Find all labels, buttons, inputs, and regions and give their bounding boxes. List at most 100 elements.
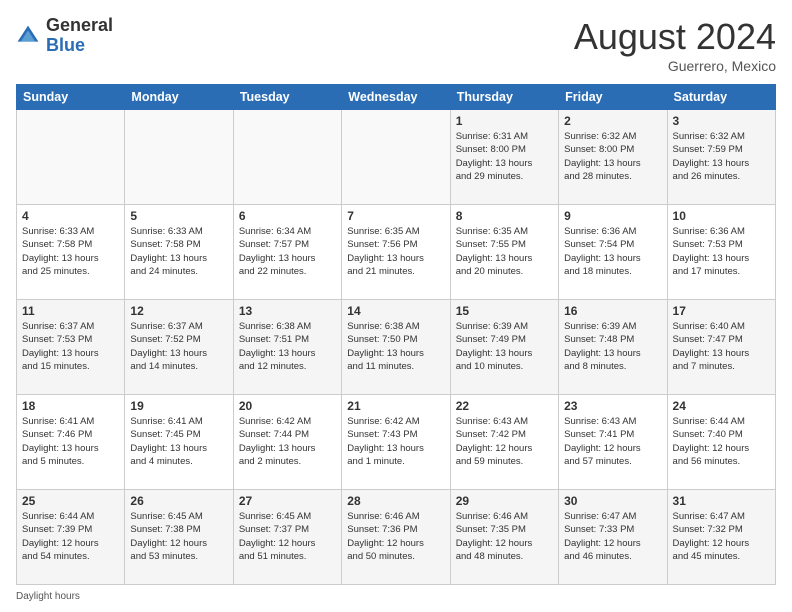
day-number: 15 bbox=[456, 304, 553, 318]
day-number: 8 bbox=[456, 209, 553, 223]
day-number: 13 bbox=[239, 304, 336, 318]
day-number: 24 bbox=[673, 399, 770, 413]
day-info: Sunrise: 6:44 AMSunset: 7:39 PMDaylight:… bbox=[22, 510, 119, 563]
day-number: 9 bbox=[564, 209, 661, 223]
day-info: Sunrise: 6:34 AMSunset: 7:57 PMDaylight:… bbox=[239, 225, 336, 278]
calendar-cell: 3 Sunrise: 6:32 AMSunset: 7:59 PMDaylight… bbox=[667, 110, 775, 205]
calendar-cell: 19 Sunrise: 6:41 AMSunset: 7:45 PMDayligh… bbox=[125, 395, 233, 490]
calendar-cell: 17 Sunrise: 6:40 AMSunset: 7:47 PMDayligh… bbox=[667, 300, 775, 395]
page: General Blue August 2024 Guerrero, Mexic… bbox=[0, 0, 792, 612]
day-info: Sunrise: 6:37 AMSunset: 7:52 PMDaylight:… bbox=[130, 320, 227, 373]
day-number: 23 bbox=[564, 399, 661, 413]
day-info: Sunrise: 6:46 AMSunset: 7:36 PMDaylight:… bbox=[347, 510, 444, 563]
day-info: Sunrise: 6:35 AMSunset: 7:56 PMDaylight:… bbox=[347, 225, 444, 278]
calendar-cell bbox=[233, 110, 341, 205]
calendar-cell bbox=[342, 110, 450, 205]
day-number: 28 bbox=[347, 494, 444, 508]
day-info: Sunrise: 6:41 AMSunset: 7:45 PMDaylight:… bbox=[130, 415, 227, 468]
calendar-cell: 22Sunrise: 6:43 AMSunset: 7:42 PMDayligh… bbox=[450, 395, 558, 490]
day-number: 12 bbox=[130, 304, 227, 318]
calendar-cell: 7 Sunrise: 6:35 AMSunset: 7:56 PMDaylight… bbox=[342, 205, 450, 300]
calendar-cell: 20 Sunrise: 6:42 AMSunset: 7:44 PMDayligh… bbox=[233, 395, 341, 490]
day-number: 21 bbox=[347, 399, 444, 413]
day-number: 11 bbox=[22, 304, 119, 318]
day-number: 7 bbox=[347, 209, 444, 223]
location: Guerrero, Mexico bbox=[574, 58, 776, 74]
day-number: 10 bbox=[673, 209, 770, 223]
calendar-cell: 14 Sunrise: 6:38 AMSunset: 7:50 PMDayligh… bbox=[342, 300, 450, 395]
footer: Daylight hours bbox=[16, 591, 776, 602]
day-info: Sunrise: 6:46 AMSunset: 7:35 PMDaylight:… bbox=[456, 510, 553, 563]
daylight-label: Daylight hours bbox=[16, 591, 80, 602]
day-number: 3 bbox=[673, 114, 770, 128]
day-info: Sunrise: 6:36 AMSunset: 7:54 PMDaylight:… bbox=[564, 225, 661, 278]
calendar-cell: 13Sunrise: 6:38 AMSunset: 7:51 PMDayligh… bbox=[233, 300, 341, 395]
calendar-cell: 28 Sunrise: 6:46 AMSunset: 7:36 PMDayligh… bbox=[342, 490, 450, 585]
calendar-header-saturday: Saturday bbox=[667, 85, 775, 110]
calendar-cell: 24Sunrise: 6:44 AMSunset: 7:40 PMDayligh… bbox=[667, 395, 775, 490]
calendar-cell bbox=[17, 110, 125, 205]
day-number: 17 bbox=[673, 304, 770, 318]
calendar-cell: 1Sunrise: 6:31 AMSunset: 8:00 PMDaylight… bbox=[450, 110, 558, 205]
calendar-header-thursday: Thursday bbox=[450, 85, 558, 110]
day-number: 27 bbox=[239, 494, 336, 508]
day-number: 25 bbox=[22, 494, 119, 508]
day-info: Sunrise: 6:47 AMSunset: 7:32 PMDaylight:… bbox=[673, 510, 770, 563]
calendar-cell: 4 Sunrise: 6:33 AMSunset: 7:58 PMDaylight… bbox=[17, 205, 125, 300]
month-title: August 2024 bbox=[574, 16, 776, 58]
day-number: 6 bbox=[239, 209, 336, 223]
calendar-cell: 31 Sunrise: 6:47 AMSunset: 7:32 PMDayligh… bbox=[667, 490, 775, 585]
day-info: Sunrise: 6:35 AMSunset: 7:55 PMDaylight:… bbox=[456, 225, 553, 278]
calendar-cell: 9 Sunrise: 6:36 AMSunset: 7:54 PMDaylight… bbox=[559, 205, 667, 300]
calendar-cell: 21 Sunrise: 6:42 AMSunset: 7:43 PMDayligh… bbox=[342, 395, 450, 490]
calendar-header-monday: Monday bbox=[125, 85, 233, 110]
calendar-week-5: 25 Sunrise: 6:44 AMSunset: 7:39 PMDayligh… bbox=[17, 490, 776, 585]
day-number: 19 bbox=[130, 399, 227, 413]
calendar-cell: 23Sunrise: 6:43 AMSunset: 7:41 PMDayligh… bbox=[559, 395, 667, 490]
day-info: Sunrise: 6:39 AMSunset: 7:49 PMDaylight:… bbox=[456, 320, 553, 373]
calendar-cell: 5 Sunrise: 6:33 AMSunset: 7:58 PMDaylight… bbox=[125, 205, 233, 300]
day-number: 16 bbox=[564, 304, 661, 318]
calendar-cell: 6 Sunrise: 6:34 AMSunset: 7:57 PMDaylight… bbox=[233, 205, 341, 300]
day-info: Sunrise: 6:42 AMSunset: 7:43 PMDaylight:… bbox=[347, 415, 444, 468]
logo-icon bbox=[16, 24, 40, 48]
day-info: Sunrise: 6:32 AMSunset: 8:00 PMDaylight:… bbox=[564, 130, 661, 183]
day-info: Sunrise: 6:40 AMSunset: 7:47 PMDaylight:… bbox=[673, 320, 770, 373]
day-info: Sunrise: 6:33 AMSunset: 7:58 PMDaylight:… bbox=[130, 225, 227, 278]
day-number: 30 bbox=[564, 494, 661, 508]
day-number: 4 bbox=[22, 209, 119, 223]
title-block: August 2024 Guerrero, Mexico bbox=[574, 16, 776, 74]
logo-text: General Blue bbox=[46, 16, 113, 56]
calendar-cell: 11 Sunrise: 6:37 AMSunset: 7:53 PMDayligh… bbox=[17, 300, 125, 395]
day-info: Sunrise: 6:37 AMSunset: 7:53 PMDaylight:… bbox=[22, 320, 119, 373]
day-info: Sunrise: 6:47 AMSunset: 7:33 PMDaylight:… bbox=[564, 510, 661, 563]
calendar-cell: 15 Sunrise: 6:39 AMSunset: 7:49 PMDayligh… bbox=[450, 300, 558, 395]
calendar-cell: 2 Sunrise: 6:32 AMSunset: 8:00 PMDaylight… bbox=[559, 110, 667, 205]
day-number: 5 bbox=[130, 209, 227, 223]
day-info: Sunrise: 6:45 AMSunset: 7:38 PMDaylight:… bbox=[130, 510, 227, 563]
header: General Blue August 2024 Guerrero, Mexic… bbox=[16, 16, 776, 74]
calendar-header-friday: Friday bbox=[559, 85, 667, 110]
calendar-cell: 16Sunrise: 6:39 AMSunset: 7:48 PMDayligh… bbox=[559, 300, 667, 395]
day-info: Sunrise: 6:36 AMSunset: 7:53 PMDaylight:… bbox=[673, 225, 770, 278]
day-number: 20 bbox=[239, 399, 336, 413]
day-info: Sunrise: 6:43 AMSunset: 7:42 PMDaylight:… bbox=[456, 415, 553, 468]
day-number: 29 bbox=[456, 494, 553, 508]
calendar-cell: 18Sunrise: 6:41 AMSunset: 7:46 PMDayligh… bbox=[17, 395, 125, 490]
calendar-cell: 8 Sunrise: 6:35 AMSunset: 7:55 PMDaylight… bbox=[450, 205, 558, 300]
day-number: 18 bbox=[22, 399, 119, 413]
calendar-header-wednesday: Wednesday bbox=[342, 85, 450, 110]
calendar-cell: 25 Sunrise: 6:44 AMSunset: 7:39 PMDayligh… bbox=[17, 490, 125, 585]
day-number: 14 bbox=[347, 304, 444, 318]
logo-blue: Blue bbox=[46, 36, 113, 56]
logo-general: General bbox=[46, 16, 113, 36]
calendar-cell: 12 Sunrise: 6:37 AMSunset: 7:52 PMDayligh… bbox=[125, 300, 233, 395]
day-number: 2 bbox=[564, 114, 661, 128]
day-info: Sunrise: 6:32 AMSunset: 7:59 PMDaylight:… bbox=[673, 130, 770, 183]
day-info: Sunrise: 6:33 AMSunset: 7:58 PMDaylight:… bbox=[22, 225, 119, 278]
calendar-cell: 10 Sunrise: 6:36 AMSunset: 7:53 PMDayligh… bbox=[667, 205, 775, 300]
calendar-header-tuesday: Tuesday bbox=[233, 85, 341, 110]
day-number: 31 bbox=[673, 494, 770, 508]
day-info: Sunrise: 6:42 AMSunset: 7:44 PMDaylight:… bbox=[239, 415, 336, 468]
day-info: Sunrise: 6:38 AMSunset: 7:50 PMDaylight:… bbox=[347, 320, 444, 373]
